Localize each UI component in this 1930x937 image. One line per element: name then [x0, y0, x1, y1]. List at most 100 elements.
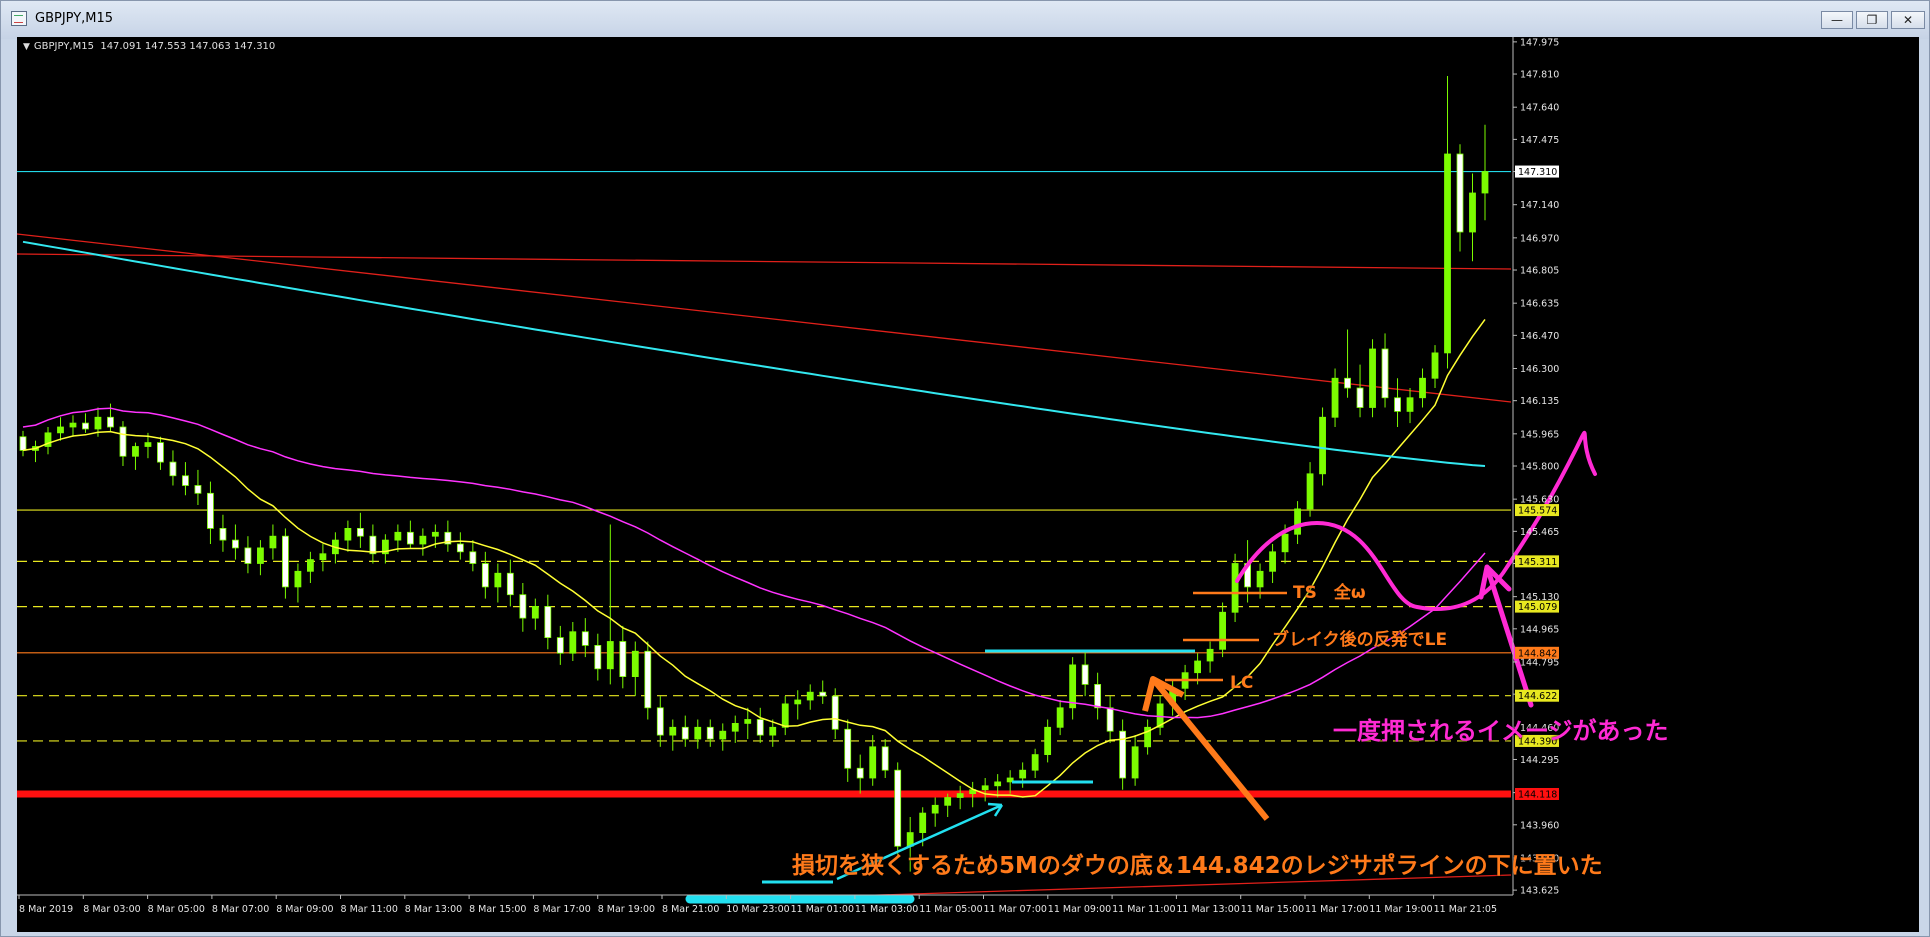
- time-tick-label: 8 Mar 11:00: [341, 904, 398, 915]
- candle-body: [269, 535, 277, 549]
- candle-body: [556, 637, 564, 654]
- candle-body: [744, 719, 752, 724]
- candle-body: [856, 767, 864, 779]
- candle-body: [1331, 377, 1339, 418]
- candle-body: [356, 527, 364, 537]
- price-tick-label: 147.810: [1520, 70, 1559, 81]
- candle-body: [406, 531, 414, 545]
- price-tick-label: 144.295: [1520, 755, 1559, 766]
- price-level-tag-label: 144.118: [1518, 789, 1557, 800]
- time-tick-label: 8 Mar 15:00: [469, 904, 526, 915]
- candle-body: [82, 422, 89, 430]
- candle-body: [1219, 611, 1226, 650]
- candle-body: [1294, 508, 1301, 535]
- candle-body: [1381, 348, 1389, 399]
- candle-body: [232, 539, 239, 549]
- candle-body: [719, 730, 727, 740]
- candle-body: [1044, 726, 1052, 755]
- candle-body: [257, 547, 264, 564]
- close-icon: ✕: [1902, 13, 1914, 27]
- candle-body: [394, 531, 402, 541]
- candle-body: [956, 793, 964, 798]
- time-tick-label: 11 Mar 03:00: [855, 904, 918, 915]
- candle-body: [182, 475, 189, 486]
- minimize-button[interactable]: —: [1821, 11, 1853, 29]
- annotation-ts: TS 全ω: [1293, 583, 1366, 603]
- candle-body: [831, 695, 839, 730]
- candle-body: [1394, 397, 1401, 412]
- candle-body: [594, 645, 602, 670]
- price-chart[interactable]: 147.975 147.810 147.640 147.475 147.310 147.1…: [17, 37, 1919, 932]
- candle-body: [1094, 684, 1102, 709]
- candle-body: [581, 631, 589, 646]
- time-tick-label: 8 Mar 05:00: [148, 904, 205, 915]
- candle-body: [132, 446, 139, 457]
- candle-body: [1069, 664, 1077, 709]
- candle-body: [769, 726, 777, 736]
- title-bar[interactable]: GBPJPY,M15 — ❐ ✕: [1, 1, 1929, 39]
- price-level-tag-label: 144.842: [1518, 648, 1557, 659]
- candle-body: [1269, 551, 1276, 572]
- candle-body: [669, 726, 677, 736]
- price-tick-label: 145.800: [1520, 462, 1559, 473]
- time-tick-label: 11 Mar 11:00: [1112, 904, 1175, 915]
- candle-body: [881, 746, 889, 771]
- chart-symbol: GBPJPY,M15: [33, 41, 94, 52]
- chart-area[interactable]: 147.975 147.810 147.640 147.475 147.310 147.1…: [17, 37, 1919, 932]
- candle-body: [1256, 570, 1264, 588]
- minimize-icon: —: [1831, 13, 1843, 27]
- price-tick-label: 146.970: [1520, 233, 1559, 244]
- price-tick-label: 146.135: [1520, 396, 1559, 407]
- candle-body: [994, 781, 1002, 787]
- chart-menu-icon[interactable]: ▼: [23, 42, 30, 52]
- restore-icon: ❐: [1866, 13, 1878, 27]
- candle-body: [1194, 660, 1201, 674]
- time-tick-label: 11 Mar 21:05: [1434, 904, 1497, 915]
- chart-header: ▼ GBPJPY,M15 147.091 147.553 147.063 147.…: [23, 41, 275, 52]
- candle-body: [981, 785, 989, 791]
- price-tick-label: 147.640: [1520, 103, 1559, 114]
- time-tick-label: 11 Mar 13:00: [1176, 904, 1239, 915]
- price-tick-label: 143.960: [1520, 820, 1559, 831]
- price-tick-label: 143.625: [1520, 886, 1559, 897]
- candle-body: [307, 559, 314, 572]
- candle-body: [1019, 769, 1027, 779]
- annotation-lc: LC: [1230, 673, 1254, 693]
- candle-body: [169, 461, 177, 477]
- candle-body: [244, 547, 252, 564]
- candle-body: [531, 606, 539, 619]
- time-tick-label: 8 Mar 2019: [19, 904, 73, 915]
- time-tick-label: 10 Mar 23:00: [726, 904, 789, 915]
- candle-body: [369, 535, 377, 555]
- window-title: GBPJPY,M15: [35, 11, 114, 26]
- time-tick-label: 8 Mar 17:00: [533, 904, 590, 915]
- price-tick-label: 146.470: [1520, 331, 1559, 342]
- candle-body: [282, 535, 289, 588]
- price-tick-label: 147.475: [1520, 135, 1559, 146]
- price-tick-label: 146.635: [1520, 299, 1559, 310]
- candle-body: [781, 703, 789, 728]
- candle-body: [569, 631, 577, 654]
- time-tick-label: 11 Mar 19:00: [1369, 904, 1432, 915]
- candle-body: [1356, 387, 1364, 408]
- candle-body: [494, 572, 502, 588]
- candle-body: [1456, 153, 1464, 233]
- annotation-entry: ブレイク後の反発でLE: [1272, 630, 1448, 650]
- time-tick-label: 8 Mar 21:00: [662, 904, 719, 915]
- restore-button[interactable]: ❐: [1856, 11, 1888, 29]
- time-tick-label: 11 Mar 17:00: [1305, 904, 1368, 915]
- candle-body: [219, 527, 227, 541]
- time-tick-label: 8 Mar 07:00: [212, 904, 269, 915]
- candle-body: [894, 769, 902, 847]
- time-tick-label: 11 Mar 15:00: [1241, 904, 1304, 915]
- candle-body: [1206, 648, 1214, 662]
- close-button[interactable]: ✕: [1891, 11, 1925, 29]
- candle-body: [469, 551, 477, 564]
- price-tick-label: 144.965: [1520, 624, 1559, 635]
- candle-body: [207, 492, 214, 529]
- candle-body: [1431, 352, 1439, 379]
- candle-body: [344, 527, 352, 541]
- candle-body: [644, 650, 652, 709]
- candle-body: [1106, 707, 1114, 732]
- price-level-tag-label: 145.574: [1518, 506, 1557, 517]
